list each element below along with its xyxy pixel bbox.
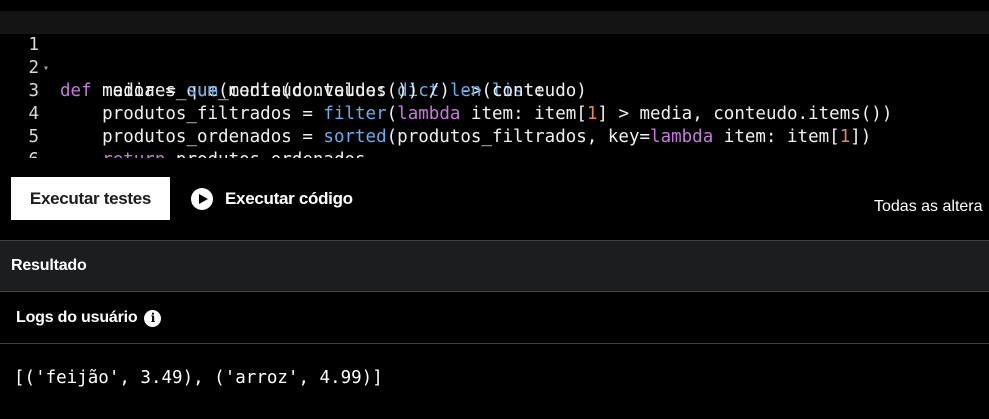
log-output: [('feijão', 3.49), ('arroz', 4.99)] [14,368,383,388]
play-icon [191,187,213,210]
tab-label: Logs do usuário [16,309,138,326]
save-status-text: Todas as altera [874,198,983,215]
code-line-3[interactable]: 3 produtos_filtrados = filter(lambda ite… [0,57,989,124]
code-line-5[interactable]: 5 return produtos_ordenados [0,103,989,158]
result-tabs: Logs do usuário i [0,292,989,344]
info-icon[interactable]: i [144,309,162,327]
run-tests-button[interactable]: Executar testes [11,177,170,220]
run-code-label: Executar código [225,188,353,208]
run-code-button[interactable]: Executar código [191,177,353,220]
code-line-1[interactable]: 1 ▾ def maiores_que_media(conteudo: dict… [0,11,989,101]
action-bar: Executar testes Executar código Todas as… [0,158,989,240]
code-editor[interactable]: 1 ▾ def maiores_que_media(conteudo: dict… [0,0,989,158]
code-line-6[interactable]: 6 [0,126,989,158]
tab-user-logs[interactable]: Logs do usuário i [16,292,162,344]
code-line-4[interactable]: 4 produtos_ordenados = sorted(produtos_f… [0,80,989,147]
line-number: 6 [0,149,39,158]
result-title: Resultado [11,257,87,274]
code-text: return produtos_ordenados [60,149,365,158]
code-line-2[interactable]: 2 media = sum(conteudo.values()) / len(c… [0,34,989,101]
result-panel-header: Resultado [0,240,989,292]
